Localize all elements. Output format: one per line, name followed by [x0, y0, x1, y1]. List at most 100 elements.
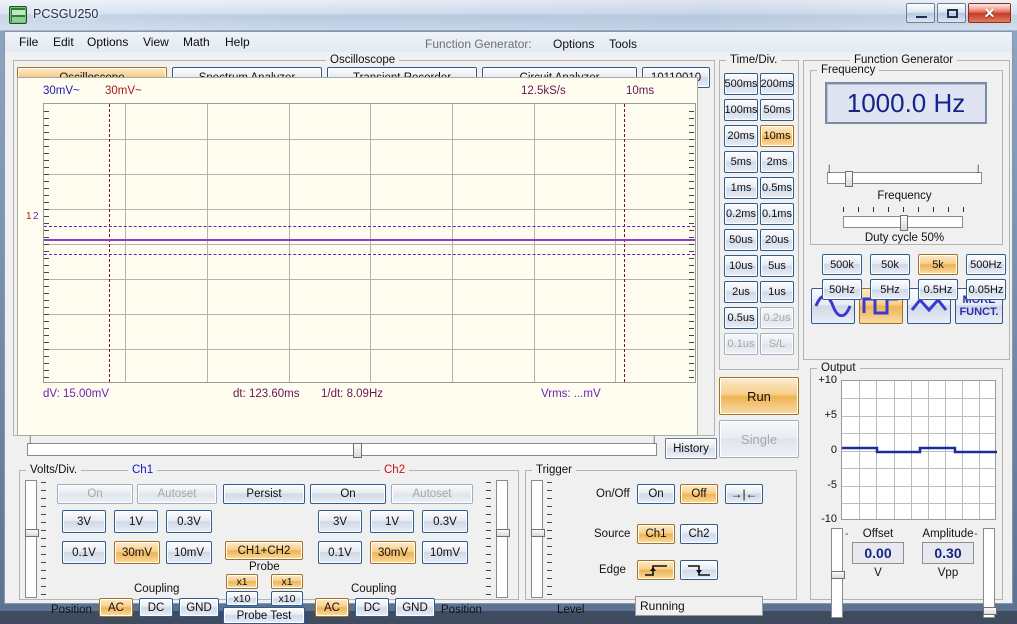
ch2-coupling-ac[interactable]: AC [315, 598, 349, 617]
duty-cycle-slider-thumb[interactable] [900, 215, 908, 231]
ch2-coupling-gnd[interactable]: GND [395, 598, 435, 617]
time-div-20us[interactable]: 20us [760, 229, 794, 251]
time-div-0-2ms[interactable]: 0.2ms [724, 203, 758, 225]
minimize-button[interactable] [906, 3, 935, 23]
amplitude-value[interactable]: 0.30 [922, 542, 974, 564]
maximize-button[interactable] [937, 3, 966, 23]
time-div-500ms[interactable]: 500ms [724, 73, 758, 95]
time-div-S-L[interactable]: S/L [760, 333, 794, 355]
time-div-0-5ms[interactable]: 0.5ms [760, 177, 794, 199]
cursor-horizontal-1[interactable] [44, 226, 695, 227]
cursor-vertical-1[interactable] [109, 104, 110, 382]
fg-menu-options[interactable]: Options [553, 37, 594, 51]
ch1-autoset-button[interactable]: Autoset [137, 484, 217, 504]
offset-slider-thumb[interactable] [831, 571, 845, 579]
time-div-100ms[interactable]: 100ms [724, 99, 758, 121]
graticule[interactable] [43, 103, 696, 383]
history-button[interactable]: History [665, 438, 717, 459]
trigger-on-button[interactable]: On [637, 484, 675, 504]
frequency-range-0-05Hz[interactable]: 0.05Hz [966, 279, 1006, 300]
trigger-source-ch2[interactable]: Ch2 [680, 524, 718, 544]
frequency-range-5Hz[interactable]: 5Hz [870, 279, 910, 300]
time-div-5us[interactable]: 5us [760, 255, 794, 277]
ch1-position-slider-thumb[interactable] [25, 529, 39, 537]
offset-value[interactable]: 0.00 [852, 542, 904, 564]
time-div-5ms[interactable]: 5ms [724, 151, 758, 173]
time-div-20ms[interactable]: 20ms [724, 125, 758, 147]
amplitude-slider[interactable] [983, 528, 997, 618]
ch1-coupling-dc[interactable]: DC [139, 598, 173, 617]
time-div-10ms[interactable]: 10ms [760, 125, 794, 147]
frequency-display[interactable]: 1000.0 Hz [825, 82, 987, 124]
time-div-0-2us[interactable]: 0.2us [760, 307, 794, 329]
frequency-range-5k[interactable]: 5k [918, 254, 958, 275]
time-div-50us[interactable]: 50us [724, 229, 758, 251]
menu-edit[interactable]: Edit [47, 35, 80, 50]
ch2-probe-x10[interactable]: x10 [271, 591, 303, 606]
falling-edge-button[interactable] [680, 560, 718, 580]
ch1-range-0-1v[interactable]: 0.1V [62, 541, 106, 564]
history-slider-thumb[interactable] [353, 443, 362, 458]
cursor-horizontal-2[interactable] [44, 254, 695, 255]
time-div-0-5us[interactable]: 0.5us [724, 307, 758, 329]
trigger-level-slider-thumb[interactable] [531, 529, 545, 537]
ch2-on-button[interactable]: On [310, 484, 386, 504]
ch2-range-3v[interactable]: 3V [318, 510, 362, 533]
run-button[interactable]: Run [719, 377, 799, 415]
time-div-0-1us[interactable]: 0.1us [724, 333, 758, 355]
channel-marker-2[interactable]: 2 [33, 211, 39, 222]
ch2-probe-x1[interactable]: x1 [271, 574, 303, 589]
time-div-50ms[interactable]: 50ms [760, 99, 794, 121]
ch1-ch2-button[interactable]: CH1+CH2 [225, 541, 303, 560]
ch1-range-1v[interactable]: 1V [114, 510, 158, 533]
frequency-range-50k[interactable]: 50k [870, 254, 910, 275]
ch2-autoset-button[interactable]: Autoset [391, 484, 473, 504]
ch2-coupling-dc[interactable]: DC [355, 598, 389, 617]
frequency-range-0-5Hz[interactable]: 0.5Hz [918, 279, 958, 300]
frequency-range-50Hz[interactable]: 50Hz [822, 279, 862, 300]
ch2-range-0-1v[interactable]: 0.1V [318, 541, 362, 564]
time-div-200ms[interactable]: 200ms [760, 73, 794, 95]
history-scroll-slider[interactable] [27, 443, 657, 458]
menu-math[interactable]: Math [177, 35, 216, 50]
ch1-range-30mv[interactable]: 30mV [114, 541, 160, 564]
ch1-range-3v[interactable]: 3V [62, 510, 106, 533]
ch1-coupling-ac[interactable]: AC [99, 598, 133, 617]
ch1-range-10mv[interactable]: 10mV [166, 541, 212, 564]
ch2-position-slider[interactable] [496, 480, 510, 598]
ch2-range-10mv[interactable]: 10mV [422, 541, 468, 564]
trigger-level-slider[interactable] [531, 480, 545, 598]
menu-options[interactable]: Options [81, 35, 134, 50]
time-div-2ms[interactable]: 2ms [760, 151, 794, 173]
fg-menu-tools[interactable]: Tools [609, 37, 637, 51]
menu-view[interactable]: View [137, 35, 175, 50]
time-div-1us[interactable]: 1us [760, 281, 794, 303]
ch2-range-0-3v[interactable]: 0.3V [422, 510, 468, 533]
oscilloscope-display[interactable]: 30mV~ 30mV~ 12.5kS/s 10ms 1 2 dV: 15.00m… [17, 77, 698, 436]
frequency-slider[interactable] [827, 171, 982, 187]
trigger-center-button[interactable]: →|← [725, 484, 763, 504]
amplitude-slider-thumb[interactable] [983, 607, 997, 615]
frequency-slider-thumb[interactable] [845, 171, 853, 187]
offset-slider[interactable] [831, 528, 845, 618]
trigger-source-ch1[interactable]: Ch1 [637, 524, 675, 544]
duty-cycle-slider[interactable] [843, 215, 963, 231]
frequency-range-500k[interactable]: 500k [822, 254, 862, 275]
ch1-range-0-3v[interactable]: 0.3V [166, 510, 212, 533]
probe-test-button[interactable]: Probe Test [223, 607, 305, 624]
ch1-coupling-gnd[interactable]: GND [179, 598, 219, 617]
trigger-off-button[interactable]: Off [680, 484, 718, 504]
ch2-position-slider-thumb[interactable] [496, 529, 510, 537]
menu-file[interactable]: File [13, 35, 44, 50]
cursor-vertical-2[interactable] [624, 104, 625, 382]
single-button[interactable]: Single [719, 420, 799, 458]
time-div-2us[interactable]: 2us [724, 281, 758, 303]
ch1-probe-x10[interactable]: x10 [226, 591, 258, 606]
menu-help[interactable]: Help [219, 35, 256, 50]
time-div-0-1ms[interactable]: 0.1ms [760, 203, 794, 225]
time-div-10us[interactable]: 10us [724, 255, 758, 277]
ch2-range-30mv[interactable]: 30mV [370, 541, 416, 564]
frequency-range-500Hz[interactable]: 500Hz [966, 254, 1006, 275]
ch1-on-button[interactable]: On [57, 484, 133, 504]
close-button[interactable]: ✕ [968, 3, 1011, 23]
